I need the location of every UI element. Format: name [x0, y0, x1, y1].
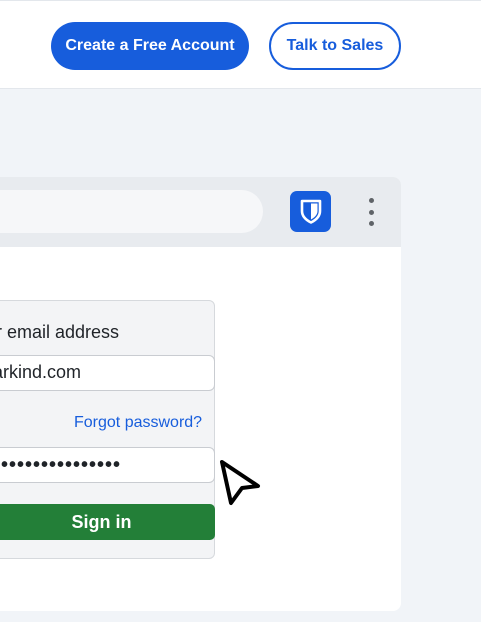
browser-window — [0, 177, 401, 611]
talk-to-sales-button[interactable]: Talk to Sales — [269, 22, 401, 70]
more-vertical-icon[interactable] — [362, 198, 380, 226]
sign-in-button[interactable]: Sign in — [0, 504, 215, 540]
address-bar[interactable] — [0, 190, 263, 233]
mouse-pointer-icon — [220, 460, 260, 505]
email-label: r email address — [0, 322, 120, 342]
browser-toolbar — [0, 177, 401, 247]
forgot-password-link[interactable]: Forgot password? — [74, 414, 202, 432]
site-header: Create a Free Account Talk to Sales — [0, 0, 481, 89]
shield-icon[interactable] — [290, 191, 331, 232]
email-field[interactable]: starkind.com — [0, 355, 215, 391]
password-field[interactable]: ••••••••••••••• — [0, 447, 215, 483]
create-free-account-button[interactable]: Create a Free Account — [51, 22, 249, 70]
